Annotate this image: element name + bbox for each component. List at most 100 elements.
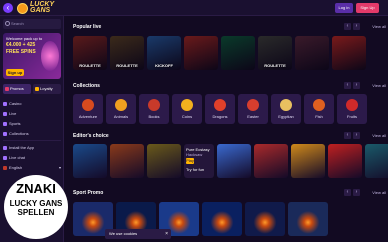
gift-icon [5,87,9,91]
live-game-tile[interactable]: KICKOFF [147,36,181,70]
collections-row: Adventure Animals Books Coins Dragons Easter E… [73,94,388,124]
live-icon [3,111,7,116]
collection-label: Dragons [212,114,228,119]
collapse-sidebar-button[interactable]: ‹ [3,3,13,13]
promo-signup-button[interactable]: Sign up [6,69,24,76]
logo[interactable]: LUCKY GANS [17,1,54,14]
watermark-bottom: LUCKY GANS SPELLEN [9,199,63,217]
casino-icon [3,101,7,106]
collection-tile[interactable]: Dragons [205,94,235,124]
prev-arrow-icon[interactable]: ‹ [344,82,351,89]
chevron-down-icon: ▾ [58,165,61,170]
live-game-tile[interactable] [332,36,366,70]
prev-arrow-icon[interactable]: ‹ [344,189,351,196]
nav-item-live-chat[interactable]: Live chat [3,153,61,162]
main-content: Popular live ‹ › View all ROULETTE ROULETT… [70,16,388,242]
close-icon[interactable]: × [165,229,168,239]
popular-view-all[interactable]: View all [372,23,386,30]
collection-label: Easter [247,114,259,119]
signup-button[interactable]: Sign Up [356,3,379,13]
sport-promo-tile[interactable] [245,202,285,236]
collection-tile[interactable]: Animals [106,94,136,124]
collection-tile[interactable]: Easter [238,94,268,124]
collection-icon [148,99,160,111]
tab-promos[interactable]: Promos [3,84,31,94]
editors-choice-row: Pure Ecstasy Hacksaw Play Try for fun [73,144,388,178]
collections-title: Collections [73,83,100,89]
promo-line1: Welcome pack up to [6,36,43,41]
game-tile[interactable] [328,144,362,178]
live-game-tile[interactable]: ROULETTE [258,36,292,70]
nav-item-install-app[interactable]: Install the App [3,143,61,152]
collection-icon [346,99,358,111]
nav-item-casino[interactable]: Casino [3,99,61,108]
live-game-label: ROULETTE [116,63,138,68]
search-input[interactable]: Search [3,19,61,29]
live-game-tile[interactable] [221,36,255,70]
promo-character-image [41,41,59,71]
collection-icon [214,99,226,111]
sport-promo-tile[interactable] [202,202,242,236]
welcome-promo-card[interactable]: Welcome pack up to €4.000 + 425 FREE SPI… [3,33,61,79]
game-tile[interactable] [147,144,181,178]
language-selector[interactable]: English ▾ [3,163,61,172]
sport-view-all[interactable]: View all [372,189,386,196]
sports-icon [3,121,7,126]
game-tile[interactable] [73,144,107,178]
play-button[interactable]: Play [186,158,194,164]
promo-amount: €4.000 + 425 [6,42,36,48]
next-arrow-icon[interactable]: › [353,132,360,139]
collection-label: Adventure [78,114,98,119]
login-button[interactable]: Log in [335,3,353,13]
next-arrow-icon[interactable]: › [353,189,360,196]
collection-label: Fruits [347,114,357,119]
live-game-tile[interactable] [295,36,329,70]
collections-icon [3,131,7,136]
popular-live-row: ROULETTE ROULETTE KICKOFF ROULETTE [73,36,388,70]
game-tile[interactable] [110,144,144,178]
game-tile[interactable] [254,144,288,178]
live-game-tile[interactable] [184,36,218,70]
prev-arrow-icon[interactable]: ‹ [344,132,351,139]
try-for-fun-link[interactable]: Try for fun [186,167,204,172]
sport-promo-tile[interactable] [288,202,328,236]
live-game-tile[interactable]: ROULETTE [110,36,144,70]
collection-tile[interactable]: Coins [172,94,202,124]
collection-icon [280,99,292,111]
flag-icon [3,165,7,170]
collection-label: Coins [181,114,193,119]
nav-item-collections[interactable]: Collections [3,129,61,138]
next-arrow-icon[interactable]: › [353,82,360,89]
tab-loyalty[interactable]: Loyalty [33,84,61,94]
editors-choice-title: Editor's choice [73,133,109,139]
collection-label: Animals [113,114,129,119]
next-arrow-icon[interactable]: › [353,23,360,30]
collection-label: Books [148,114,160,119]
featured-game-card[interactable]: Pure Ecstasy Hacksaw Play Try for fun [184,144,214,178]
divider [3,140,61,141]
popular-live-title: Popular live [73,24,102,30]
game-tile[interactable] [217,144,251,178]
collection-tile[interactable]: Fish [304,94,334,124]
live-game-tile[interactable]: ROULETTE [73,36,107,70]
chat-icon [3,155,7,160]
featured-game-provider: Hacksaw [186,152,203,157]
logo-line2: GANS [30,7,51,14]
game-tile[interactable] [291,144,325,178]
collections-view-all[interactable]: View all [372,82,386,89]
collection-tile[interactable]: Adventure [73,94,103,124]
sport-promo-title: Sport Promo [73,190,104,196]
download-icon [3,145,7,150]
nav-item-sports[interactable]: Sports [3,119,61,128]
collection-tile[interactable]: Books [139,94,169,124]
collection-tile[interactable]: Egyptian [271,94,301,124]
prev-arrow-icon[interactable]: ‹ [344,23,351,30]
collection-label: Fish [315,114,323,119]
live-game-label: ROULETTE [264,63,286,68]
crown-icon [35,87,39,91]
editors-view-all[interactable]: View all [372,132,386,139]
game-tile[interactable] [365,144,388,178]
nav-item-live[interactable]: Live [3,109,61,118]
logo-badge-icon [17,2,28,14]
collection-tile[interactable]: Fruits [337,94,367,124]
